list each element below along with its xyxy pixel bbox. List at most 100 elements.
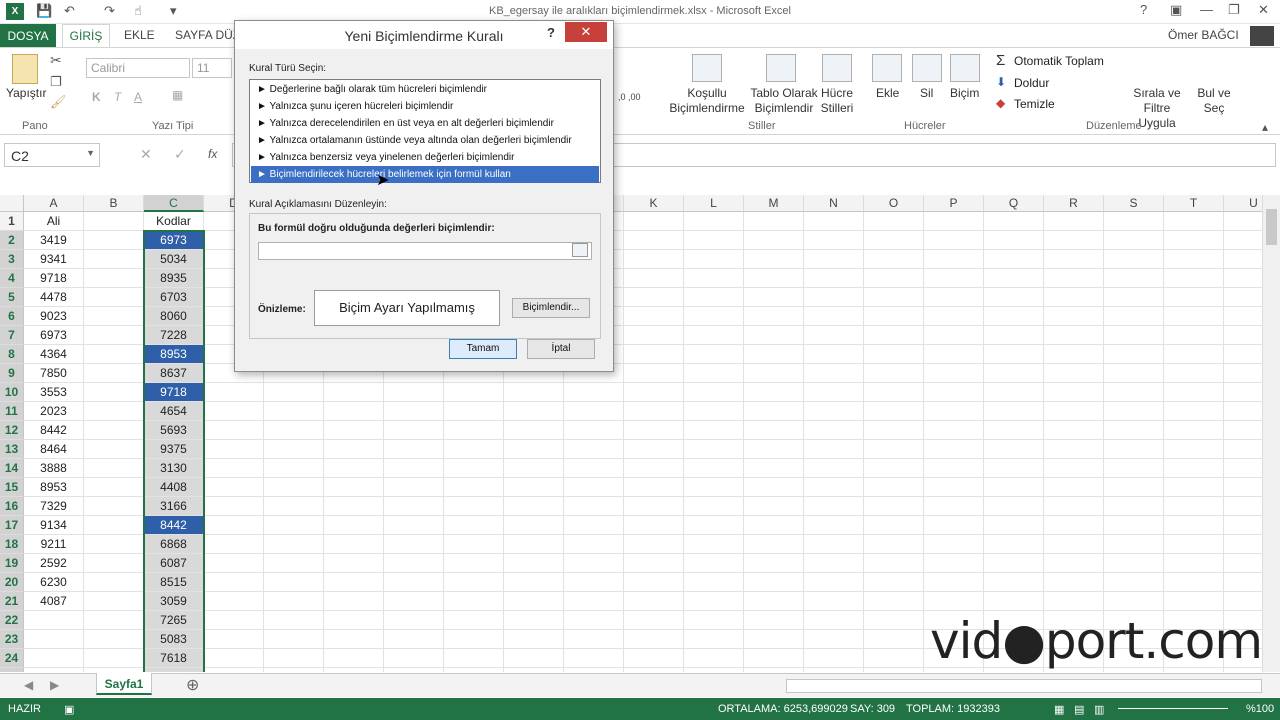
cell[interactable] [504, 497, 564, 516]
bold-button[interactable]: K [92, 90, 101, 104]
cell[interactable] [684, 440, 744, 459]
cell[interactable]: 7329 [24, 497, 84, 516]
cell[interactable] [624, 573, 684, 592]
cell[interactable]: 9718 [24, 269, 84, 288]
cell[interactable] [1224, 231, 1262, 250]
cell[interactable] [864, 459, 924, 478]
cell[interactable] [1044, 592, 1104, 611]
cell[interactable] [444, 383, 504, 402]
cell[interactable] [1224, 345, 1262, 364]
cell[interactable] [324, 478, 384, 497]
cell[interactable] [84, 649, 144, 668]
cell[interactable] [204, 554, 264, 573]
cell[interactable] [1164, 269, 1224, 288]
ok-button[interactable]: Tamam [449, 339, 517, 359]
cell[interactable] [864, 592, 924, 611]
cell[interactable] [744, 554, 804, 573]
delete-button[interactable]: Sil [920, 86, 933, 101]
cell[interactable] [564, 383, 624, 402]
cell[interactable] [1104, 212, 1164, 231]
cell[interactable] [744, 478, 804, 497]
cell[interactable] [84, 326, 144, 345]
cell[interactable] [1044, 440, 1104, 459]
cell[interactable] [624, 611, 684, 630]
cancel-button[interactable]: İptal [527, 339, 595, 359]
tab-file[interactable]: DOSYA [0, 24, 56, 48]
dialog-close-icon[interactable]: ✕ [565, 22, 607, 42]
cell[interactable] [804, 250, 864, 269]
row-header[interactable]: 14 [0, 459, 24, 478]
cell[interactable] [84, 402, 144, 421]
cell[interactable] [1164, 421, 1224, 440]
cell[interactable] [1044, 421, 1104, 440]
cell[interactable] [384, 383, 444, 402]
cell[interactable] [204, 573, 264, 592]
cell[interactable] [684, 592, 744, 611]
cell[interactable] [1164, 364, 1224, 383]
row-header[interactable]: 7 [0, 326, 24, 345]
cell[interactable] [264, 668, 324, 672]
cell[interactable]: 9341 [24, 250, 84, 269]
cell[interactable] [1164, 459, 1224, 478]
ribbon-display-icon[interactable]: ▣ [1170, 2, 1182, 18]
cell[interactable] [984, 250, 1044, 269]
cell[interactable] [564, 478, 624, 497]
cell[interactable] [1224, 592, 1262, 611]
row-header[interactable]: 15 [0, 478, 24, 497]
cell[interactable]: 8953 [24, 478, 84, 497]
cell[interactable] [864, 421, 924, 440]
cell[interactable] [84, 516, 144, 535]
column-header[interactable]: T [1164, 195, 1224, 212]
cell[interactable] [984, 326, 1044, 345]
cell[interactable]: Ali [24, 212, 84, 231]
cell[interactable] [204, 440, 264, 459]
cell[interactable] [624, 554, 684, 573]
cell[interactable] [324, 668, 384, 672]
cell[interactable] [1044, 402, 1104, 421]
delete-cells-icon[interactable] [912, 54, 942, 82]
cell[interactable] [264, 459, 324, 478]
cell[interactable] [84, 421, 144, 440]
cell[interactable] [204, 516, 264, 535]
cell[interactable] [444, 421, 504, 440]
cell[interactable] [684, 288, 744, 307]
cell[interactable] [444, 611, 504, 630]
cell[interactable] [1224, 535, 1262, 554]
cell[interactable] [1104, 250, 1164, 269]
cell[interactable] [1104, 364, 1164, 383]
cell[interactable] [84, 383, 144, 402]
cell[interactable] [1044, 326, 1104, 345]
cell[interactable] [1044, 269, 1104, 288]
cell[interactable] [684, 421, 744, 440]
row-header[interactable]: 23 [0, 630, 24, 649]
cell[interactable] [924, 440, 984, 459]
insert-button[interactable]: Ekle [876, 86, 899, 101]
cell[interactable] [564, 459, 624, 478]
cell[interactable] [984, 554, 1044, 573]
cell[interactable] [504, 383, 564, 402]
borders-icon[interactable]: ▦ [172, 88, 183, 102]
cell[interactable] [684, 212, 744, 231]
cell[interactable] [1104, 535, 1164, 554]
cell[interactable] [804, 345, 864, 364]
cell[interactable] [684, 554, 744, 573]
cell[interactable] [1164, 212, 1224, 231]
cell[interactable] [864, 516, 924, 535]
collapse-ribbon-icon[interactable]: ▴ [1262, 120, 1268, 134]
cell[interactable] [1224, 421, 1262, 440]
cell[interactable] [624, 307, 684, 326]
cell[interactable] [324, 459, 384, 478]
cell[interactable] [984, 516, 1044, 535]
column-header[interactable]: A [24, 195, 84, 212]
underline-button[interactable]: A [134, 90, 142, 104]
minimize-icon[interactable]: — [1200, 2, 1213, 17]
close-icon[interactable]: ✕ [1258, 2, 1269, 18]
cell[interactable] [84, 231, 144, 250]
row-header[interactable]: 11 [0, 402, 24, 421]
cell[interactable] [924, 212, 984, 231]
cell[interactable] [504, 573, 564, 592]
row-header[interactable]: 25 [0, 668, 24, 672]
cell[interactable] [924, 326, 984, 345]
cell[interactable] [924, 345, 984, 364]
cell[interactable]: 2023 [24, 402, 84, 421]
